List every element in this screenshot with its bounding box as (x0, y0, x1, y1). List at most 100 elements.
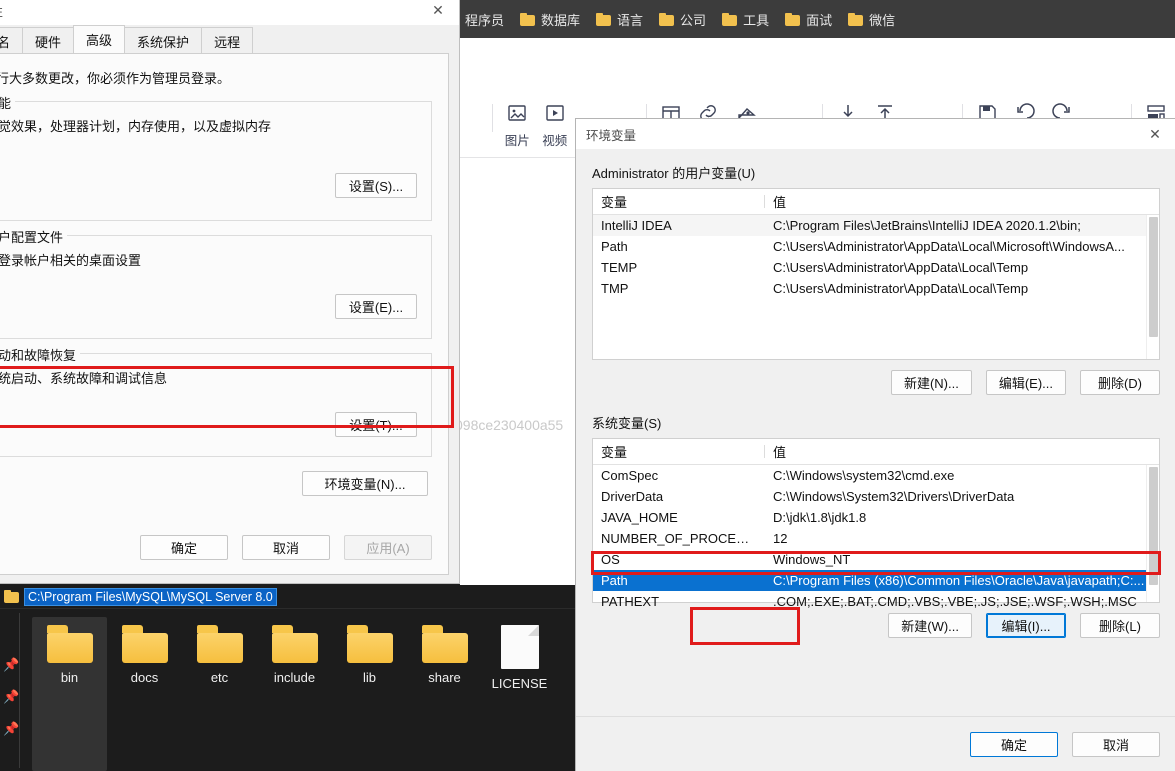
user-table-rows: IntelliJ IDEA C:\Program Files\JetBrains\… (593, 215, 1159, 299)
bookmark-item[interactable]: 微信 (840, 7, 903, 32)
file-tile[interactable]: LICENSE (482, 617, 557, 771)
variable-value: C:\Program Files (x86)\Common Files\Orac… (773, 573, 1145, 588)
file-tile[interactable]: lib (332, 617, 407, 771)
user-table-scrollbar[interactable] (1146, 215, 1159, 359)
system-variables-table[interactable]: 变量 值 ComSpec C:\Windows\system32\cmd.exe D… (591, 438, 1161, 609)
variable-name: TMP (601, 281, 629, 296)
tab-系统保护[interactable]: 系统保护 (124, 27, 203, 53)
file-name: lib (362, 670, 376, 685)
user-profile-desc: 与登录帐户相关的桌面设置 (0, 253, 142, 268)
bookmark-item[interactable]: 工具 (714, 7, 777, 32)
bookmark-label: 面试 (806, 12, 833, 28)
table-row[interactable]: PATHEXT .COM;.EXE;.BAT;.CMD;.VBS;.VBE;.JS… (593, 591, 1159, 612)
explorer-content: 📌 📌 📌 bin docs etc include lib share LICENSE (0, 609, 575, 771)
startup-recovery-group: 启动和故障恢复 系统启动、系统故障和调试信息 设置(T)... (0, 345, 432, 457)
file-tile[interactable]: include (257, 617, 332, 771)
tab-硬件[interactable]: 硬件 (22, 27, 75, 53)
file-explorer: C:\Program Files\MySQL\MySQL Server 8.0 … (0, 585, 575, 771)
user-profile-settings-button[interactable]: 设置(E)... (335, 294, 417, 319)
environment-variables-dialog: 环境变量 ✕ Administrator 的用户变量(U) 变量 值 Intel… (575, 118, 1175, 771)
variable-name: NUMBER_OF_PROCESSORS (601, 531, 765, 546)
table-row[interactable]: NUMBER_OF_PROCESSORS 12 (593, 528, 1159, 549)
folder-icon (271, 625, 318, 663)
file-tile[interactable]: share (407, 617, 482, 771)
toolbar-button[interactable]: 图片 (499, 102, 536, 149)
performance-desc: 视觉效果，处理器计划，内存使用，以及虚拟内存 (0, 119, 272, 134)
env-确定-button[interactable]: 确定 (970, 732, 1058, 757)
system-properties-dialog: 系统属性 ✕ 计算机名硬件高级系统保护远程 要进行大多数更改，你必须作为管理员登… (0, 0, 460, 584)
system-col-name: 变量 (593, 442, 765, 461)
system-table-scrollbar[interactable] (1146, 465, 1159, 602)
toolbar-button[interactable]: 视频 (536, 102, 573, 149)
tab-高级[interactable]: 高级 (73, 25, 126, 53)
sysprops-取消-button[interactable]: 取消 (242, 535, 330, 560)
user-var-新建N-button[interactable]: 新建(N)... (890, 370, 972, 395)
bookmark-label: 工具 (743, 12, 770, 28)
pin-icon[interactable]: 📌 (3, 657, 19, 672)
env-取消-button[interactable]: 取消 (1072, 732, 1160, 757)
user-var-删除D-button[interactable]: 删除(D) (1080, 370, 1160, 395)
user-variables-section: Administrator 的用户变量(U) 变量 值 IntelliJ IDE… (592, 163, 1160, 395)
variable-name: PATHEXT (601, 594, 660, 609)
bookmark-item[interactable]: 面试 (777, 7, 840, 32)
user-var-编辑E-button[interactable]: 编辑(E)... (985, 370, 1066, 395)
table-row[interactable]: Path C:\Program Files (x86)\Common Files\… (593, 570, 1159, 591)
bookmark-item[interactable]: 公司 (651, 7, 714, 32)
close-icon[interactable]: ✕ (1134, 119, 1175, 149)
environment-variables-button[interactable]: 环境变量(N)... (302, 471, 428, 496)
file-tile[interactable]: etc (182, 617, 257, 771)
startup-settings-button[interactable]: 设置(T)... (335, 412, 417, 437)
user-table-header: 变量 值 (593, 189, 1159, 215)
table-row[interactable]: DriverData C:\Windows\System32\Drivers\Dr… (593, 486, 1159, 507)
table-row[interactable]: TMP C:\Users\Administrator\AppData\Local\… (593, 278, 1159, 299)
variable-name: ComSpec (601, 468, 659, 483)
user-profile-group: 用户配置文件 与登录帐户相关的桌面设置 设置(E)... (0, 227, 432, 339)
performance-group: 性能 视觉效果，处理器计划，内存使用，以及虚拟内存 设置(S)... (0, 93, 432, 221)
system-properties-tabs[interactable]: 计算机名硬件高级系统保护远程 (0, 25, 459, 53)
file-tile[interactable]: docs (107, 617, 182, 771)
performance-settings-button[interactable]: 设置(S)... (335, 173, 417, 198)
file-tile[interactable]: bin (32, 617, 107, 771)
performance-legend: 性能 (0, 93, 16, 112)
user-variables-table[interactable]: 变量 值 IntelliJ IDEA C:\Program Files\JetBr… (592, 188, 1160, 360)
sysprops-确定-button[interactable]: 确定 (140, 535, 228, 560)
pin-icon[interactable]: 📌 (3, 689, 19, 704)
scrollbar-thumb[interactable] (1149, 467, 1158, 585)
file-name: bin (60, 670, 79, 685)
table-row[interactable]: OS Windows_NT (593, 549, 1159, 570)
tab-远程[interactable]: 远程 (201, 27, 254, 53)
file-icon-grid: bin docs etc include lib share LICENSE (22, 609, 557, 771)
file-name: share (428, 670, 461, 685)
variable-value: 12 (773, 531, 788, 546)
system-var-新建W-button[interactable]: 新建(W)... (888, 613, 972, 638)
sysprops-应用(A)-button: 应用(A) (344, 535, 432, 560)
close-icon[interactable]: ✕ (417, 0, 459, 25)
table-row[interactable]: ComSpec C:\Windows\system32\cmd.exe (593, 465, 1159, 486)
table-row[interactable]: TEMP C:\Users\Administrator\AppData\Local… (593, 257, 1159, 278)
bookmark-item[interactable]: 数据库 (512, 7, 588, 32)
tab-计算机名[interactable]: 计算机名 (0, 27, 24, 53)
startup-recovery-legend: 启动和故障恢复 (0, 345, 81, 364)
system-variables-section: 系统变量(S) 变量 值 ComSpec C:\Windows\system32\… (591, 413, 1161, 645)
file-name: LICENSE (491, 676, 548, 691)
bookmarks-bar[interactable]: 程序员 数据库 语言 公司 工具 面试 微信 (460, 0, 1175, 38)
explorer-path-text[interactable]: C:\Program Files\MySQL\MySQL Server 8.0 (24, 587, 277, 606)
system-var-编辑I-button[interactable]: 编辑(I)... (986, 613, 1066, 638)
variable-name: OS (601, 552, 620, 567)
variable-value: C:\Windows\System32\Drivers\DriverData (773, 489, 1015, 504)
explorer-path-bar[interactable]: C:\Program Files\MySQL\MySQL Server 8.0 (0, 585, 575, 609)
file-name: docs (130, 670, 159, 685)
table-row[interactable]: JAVA_HOME D:\jdk\1.8\jdk1.8 (593, 507, 1159, 528)
scrollbar-thumb[interactable] (1149, 217, 1158, 337)
annotation-box-edit-button (690, 607, 800, 645)
table-row[interactable]: Path C:\Users\Administrator\AppData\Local… (593, 236, 1159, 257)
table-row[interactable]: IntelliJ IDEA C:\Program Files\JetBrains\… (593, 215, 1159, 236)
bookmark-item[interactable]: 程序员 (460, 7, 512, 32)
bookmark-item[interactable]: 语言 (588, 7, 651, 32)
variable-value: C:\Users\Administrator\AppData\Local\Tem… (773, 260, 1029, 275)
system-table-rows: ComSpec C:\Windows\system32\cmd.exe Driver… (593, 465, 1159, 612)
folder-icon (596, 12, 612, 26)
system-var-删除L-button[interactable]: 删除(L) (1080, 613, 1160, 638)
pin-icon[interactable]: 📌 (3, 721, 19, 736)
system-properties-title: 系统属性 (0, 1, 3, 20)
